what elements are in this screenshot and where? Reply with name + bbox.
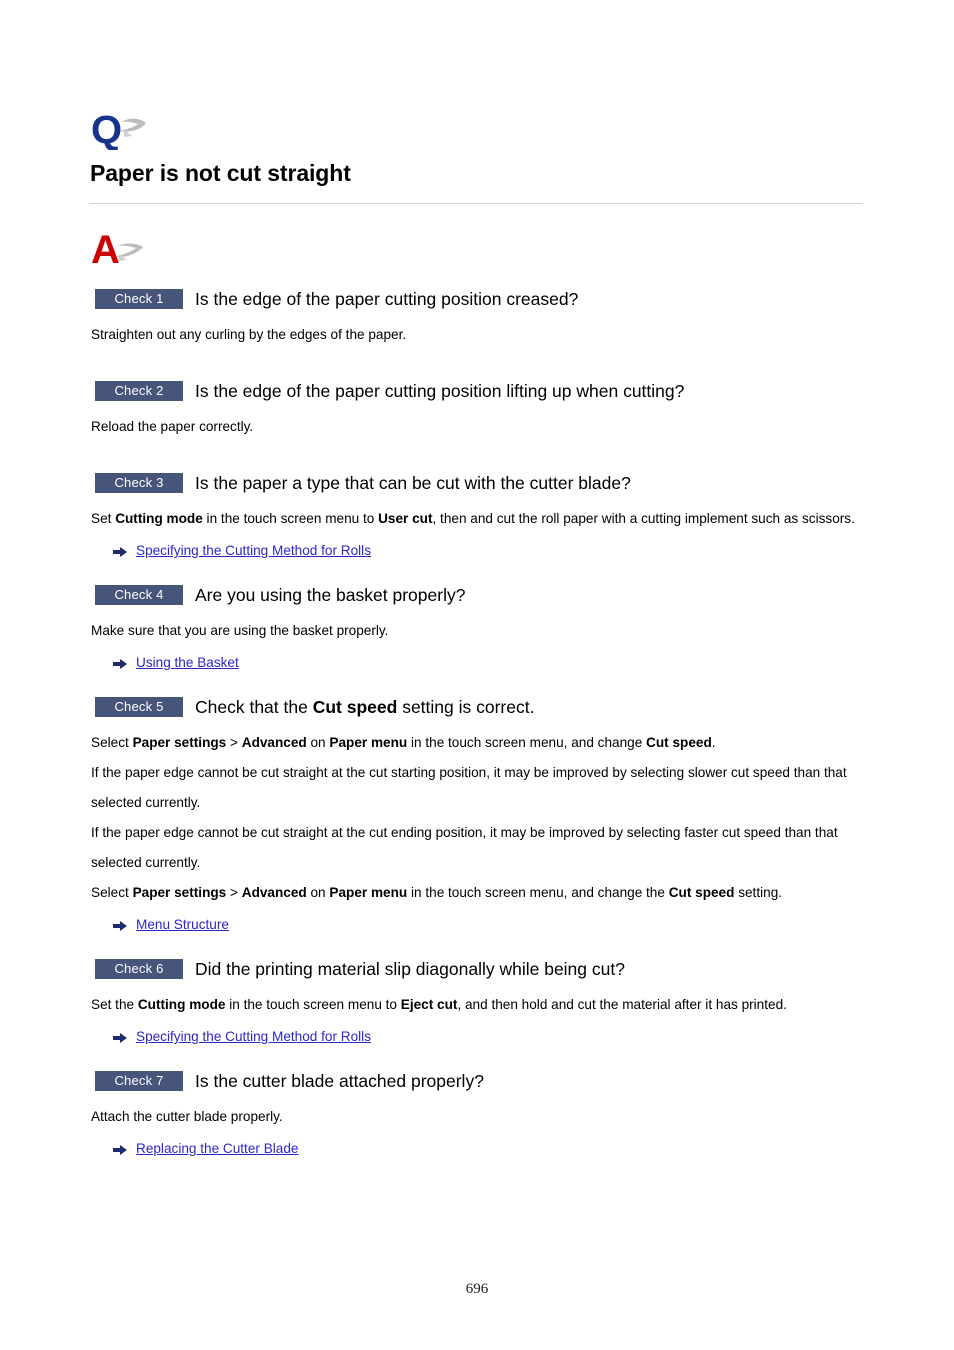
check-paragraph: Select Paper settings > Advanced on Pape… (91, 885, 783, 900)
q-letter-icon: Q (91, 108, 149, 150)
page-title: Paper is not cut straight (90, 160, 351, 186)
check-heading: Check 7 Is the cutter blade attached prop… (91, 1070, 866, 1092)
check-heading: Check 4 Are you using the basket properly… (91, 584, 866, 606)
check-heading: Check 3 Is the paper a type that can be c… (91, 472, 866, 494)
link-row[interactable]: Replacing the Cutter Blade (113, 1140, 866, 1158)
check-title: Is the edge of the paper cutting positio… (195, 381, 685, 401)
check-block: Check 5 Check that the Cut speed setting … (91, 696, 866, 958)
link-row[interactable]: Using the Basket (113, 654, 866, 672)
check-title: Is the paper a type that can be cut with… (195, 473, 631, 493)
svg-text:A: A (91, 228, 120, 270)
title-divider (90, 203, 862, 204)
doc-link[interactable]: Menu Structure (136, 916, 229, 934)
svg-text:Q: Q (91, 108, 122, 150)
check-paragraph: If the paper edge cannot be cut straight… (91, 765, 847, 810)
check-paragraph: Straighten out any curling by the edges … (91, 327, 407, 342)
doc-link[interactable]: Specifying the Cutting Method for Rolls (136, 542, 371, 560)
doc-link[interactable]: Replacing the Cutter Blade (136, 1140, 298, 1158)
check-list: Check 1 Is the edge of the paper cutting … (91, 288, 866, 1182)
page-number: 696 (465, 1281, 489, 1297)
a-letter-icon: A (91, 228, 149, 270)
check-paragraph: Set the Cutting mode in the touch screen… (91, 997, 787, 1012)
check-block: Check 4 Are you using the basket properly… (91, 584, 866, 696)
link-row[interactable]: Specifying the Cutting Method for Rolls (113, 542, 866, 560)
document-page: Q Paper is not cut straight A Check 1 Is … (0, 0, 954, 1350)
check-badge: Check 3 (95, 473, 183, 493)
check-title: Are you using the basket properly? (195, 585, 466, 605)
check-title: Did the printing material slip diagonall… (195, 959, 625, 979)
check-heading: Check 2 Is the edge of the paper cutting … (91, 380, 866, 402)
check-paragraph: If the paper edge cannot be cut straight… (91, 825, 838, 870)
check-paragraph: Select Paper settings > Advanced on Pape… (91, 735, 716, 750)
check-block: Check 1 Is the edge of the paper cutting … (91, 288, 866, 380)
check-heading: Check 6 Did the printing material slip di… (91, 958, 866, 980)
check-paragraph: Reload the paper correctly. (91, 419, 254, 434)
arrow-right-icon (113, 1143, 127, 1155)
doc-link[interactable]: Using the Basket (136, 654, 239, 672)
check-title: Is the cutter blade attached properly? (195, 1071, 484, 1091)
check-heading: Check 1 Is the edge of the paper cutting … (91, 288, 866, 310)
arrow-right-icon (113, 657, 127, 669)
check-heading: Check 5 Check that the Cut speed setting … (91, 696, 866, 718)
check-badge: Check 4 (95, 585, 183, 605)
doc-link[interactable]: Specifying the Cutting Method for Rolls (136, 1028, 371, 1046)
check-title: Check that the Cut speed setting is corr… (195, 697, 535, 717)
check-title: Is the edge of the paper cutting positio… (195, 289, 579, 309)
link-row[interactable]: Menu Structure (113, 916, 866, 934)
arrow-right-icon (113, 1031, 127, 1043)
arrow-right-icon (113, 919, 127, 931)
check-badge: Check 6 (95, 959, 183, 979)
check-block: Check 6 Did the printing material slip di… (91, 958, 866, 1070)
check-badge: Check 2 (95, 381, 183, 401)
check-paragraph: Attach the cutter blade properly. (91, 1109, 283, 1124)
check-badge: Check 7 (95, 1071, 183, 1091)
check-block: Check 2 Is the edge of the paper cutting … (91, 380, 866, 472)
check-badge: Check 5 (95, 697, 183, 717)
check-paragraph: Make sure that you are using the basket … (91, 623, 389, 638)
check-block: Check 3 Is the paper a type that can be c… (91, 472, 866, 584)
check-paragraph: Set Cutting mode in the touch screen men… (91, 511, 855, 526)
arrow-right-icon (113, 545, 127, 557)
check-block: Check 7 Is the cutter blade attached prop… (91, 1070, 866, 1182)
link-row[interactable]: Specifying the Cutting Method for Rolls (113, 1028, 866, 1046)
check-badge: Check 1 (95, 289, 183, 309)
